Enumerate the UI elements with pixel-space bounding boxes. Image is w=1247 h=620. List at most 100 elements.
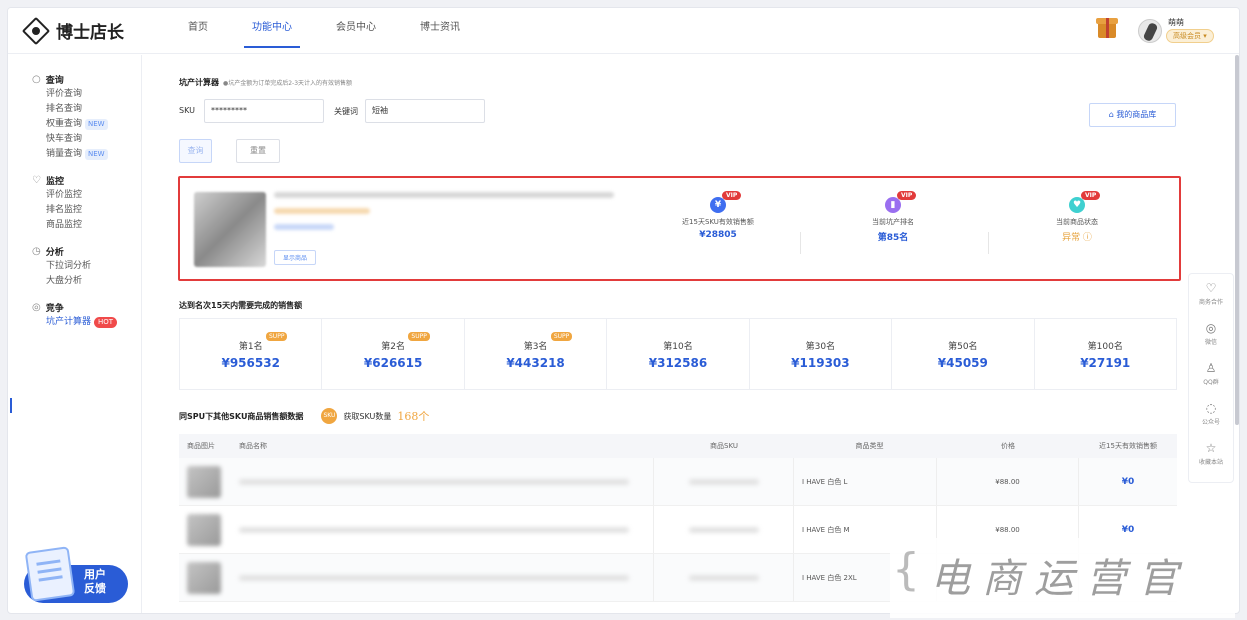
hot-badge: HOT: [94, 317, 118, 328]
top-bar: 博士店长 首页 功能中心 会员中心 博士资讯 萌萌 高级会员 ▾: [8, 8, 1239, 54]
sidebar-item-market-analysis[interactable]: 大盘分析: [32, 274, 141, 289]
sidebar-item-rank-monitor[interactable]: 排名监控: [32, 203, 141, 218]
keyword-label: 关键词: [334, 107, 358, 116]
column-header: 商品图片: [187, 442, 215, 450]
feedback-line2: 反馈: [84, 582, 106, 595]
reset-button[interactable]: 重置: [236, 139, 280, 163]
stat-label: 当前坑产排名: [872, 218, 914, 226]
sidebar-item-dropdown-analysis[interactable]: 下拉词分析: [32, 259, 141, 274]
sidebar-item-pit-calculator[interactable]: 坑产计算器 HOT: [32, 315, 141, 330]
sidebar-section-monitor: ♡ 监控 评价监控 排名监控 商品监控: [32, 172, 141, 233]
sku-count-label: 获取SKU数量: [343, 411, 392, 421]
product-thumbnail: [187, 513, 221, 546]
product-result-card: 显示商品 ¥ VIP 近15天SKU有效销售额 ¥28805 ▮ VIP 当前坑产排…: [178, 176, 1181, 281]
ranking-grid: SUPP 第1名 ¥956532 SUPP 第2名 ¥626615 SUPP 第3名 ¥44…: [179, 318, 1177, 390]
sidebar-item-rank-query[interactable]: 排名查询: [32, 102, 141, 117]
sku-count-value: 168个: [397, 410, 430, 423]
handshake-icon: ♡: [1205, 281, 1217, 295]
logo[interactable]: 博士店长: [21, 16, 124, 45]
keyword-input[interactable]: 短袖: [365, 99, 485, 123]
clock-icon: ◷: [32, 245, 41, 257]
table-row[interactable]: I HAVE 白色 L ¥88.00 ¥0: [179, 458, 1177, 506]
target-icon: ◎: [32, 301, 41, 313]
sidebar-item-weight-query[interactable]: 权重查询 NEW: [32, 117, 141, 132]
rank-cell: 第10名 ¥312586: [607, 319, 750, 389]
monitor-icon: ♡: [32, 174, 41, 186]
float-item-qq[interactable]: ♙ QQ群: [1189, 354, 1233, 394]
product-sales: ¥0: [1121, 476, 1135, 487]
product-thumbnail: [187, 465, 221, 498]
product-sku-blur: [688, 526, 759, 533]
logo-text: 博士店长: [56, 23, 124, 43]
sidebar-item-express-query[interactable]: 快车查询: [32, 132, 141, 147]
product-price-blur: [274, 208, 370, 214]
vip-badge: VIP: [897, 191, 917, 200]
document-icon: [24, 546, 76, 602]
sku-input[interactable]: *********: [204, 99, 324, 123]
avatar[interactable]: [1138, 19, 1162, 43]
sidebar-item-sales-query[interactable]: 销量查询 NEW: [32, 147, 141, 162]
float-item-official-account[interactable]: ◌ 公众号: [1189, 394, 1233, 434]
member-badge[interactable]: 高级会员 ▾: [1166, 29, 1214, 43]
stat-rank: ▮ VIP 当前坑产排名 第85名: [828, 191, 958, 243]
rank-cell: 第100名 ¥27191: [1080, 342, 1131, 370]
product-name-blur: [239, 478, 629, 485]
float-item-business[interactable]: ♡ 商务合作: [1189, 274, 1233, 314]
user-name: 萌萌: [1168, 18, 1184, 27]
my-library-button[interactable]: ⌂ 我的商品库: [1089, 103, 1176, 127]
heart-icon: ♥ VIP: [1069, 191, 1101, 213]
product-price: ¥88.00: [937, 458, 1079, 505]
stat-value[interactable]: 异常 ⓘ: [1012, 230, 1142, 243]
column-header: 价格: [1001, 442, 1015, 450]
wechat-icon: ◎: [1205, 321, 1217, 335]
float-item-bookmark[interactable]: ☆ 收藏本站: [1189, 434, 1233, 474]
float-item-wechat[interactable]: ◎ 微信: [1189, 314, 1233, 354]
nav-function-center[interactable]: 功能中心: [230, 8, 314, 54]
rank-icon: ▮ VIP: [885, 191, 917, 213]
feedback-button[interactable]: 用户 反馈: [24, 546, 128, 603]
supp-badge: SUPP: [408, 332, 430, 341]
chat-icon: ◌: [1205, 401, 1217, 415]
stat-value: 第85名: [877, 233, 909, 243]
column-header: 商品类型: [855, 442, 884, 450]
column-header: 商品名称: [239, 442, 267, 450]
star-icon: ☆: [1205, 441, 1217, 455]
rank-cell: SUPP 第1名 ¥956532: [180, 319, 323, 389]
float-label: 微信: [1204, 339, 1217, 346]
watermark: { 电商运营官: [890, 538, 1235, 618]
calculator-title: 坑产计算器 ●坑产金额为订单完成后2-3天计入的有效销售额: [179, 78, 353, 87]
product-sku-blur: [688, 478, 759, 485]
nav-member-center[interactable]: 会员中心: [314, 8, 398, 54]
sidebar-item-review-query[interactable]: 评价查询: [32, 87, 141, 102]
product-title-blur: [274, 192, 614, 198]
stat-sales: ¥ VIP 近15天SKU有效销售额 ¥28805: [653, 191, 783, 240]
product-image: [194, 192, 266, 267]
spu-header: 同SPU下其他SKU商品销售额数据 SKU 获取SKU数量 168个: [179, 408, 429, 424]
nav-home[interactable]: 首页: [166, 8, 230, 54]
sidebar-item-product-monitor[interactable]: 商品监控: [32, 218, 141, 233]
table-header: 商品图片 商品名称 商品SKU 商品类型 价格 近15天有效销售额: [179, 434, 1177, 458]
new-badge: NEW: [85, 119, 108, 130]
sidebar-section-query: ○ 查询 评价查询 排名查询 权重查询 NEW 快车查询 销量查询 NEW: [32, 71, 141, 162]
stat-label: 当前商品状态: [1056, 218, 1098, 226]
sidebar-item-review-monitor[interactable]: 评价监控: [32, 188, 141, 203]
vip-badge: VIP: [1081, 191, 1101, 200]
nav-news[interactable]: 博士资讯: [398, 8, 482, 54]
product-sku-blur: [688, 574, 759, 581]
product-name-blur: [239, 526, 629, 533]
rank-cell: SUPP 第2名 ¥626615: [322, 319, 465, 389]
app-window: 博士店长 首页 功能中心 会员中心 博士资讯 萌萌 高级会员 ▾ ○ 查询 评价查…: [7, 7, 1240, 614]
float-label: 收藏本站: [1198, 459, 1223, 466]
divider: [800, 232, 801, 254]
new-badge: NEW: [85, 149, 108, 160]
section-title: 竞争: [45, 303, 64, 314]
scrollbar[interactable]: [1235, 55, 1239, 425]
search-icon: ○: [32, 73, 41, 85]
query-button[interactable]: 查询: [179, 139, 212, 163]
sku-icon: SKU: [321, 408, 338, 424]
feedback-line1: 用户: [84, 568, 106, 581]
show-product-button[interactable]: 显示商品: [274, 250, 317, 265]
sidebar-section-analysis: ◷ 分析 下拉词分析 大盘分析: [32, 243, 141, 289]
gift-icon[interactable]: [1096, 18, 1118, 38]
ranking-title: 达到名次15天内需要完成的销售额: [179, 301, 303, 310]
